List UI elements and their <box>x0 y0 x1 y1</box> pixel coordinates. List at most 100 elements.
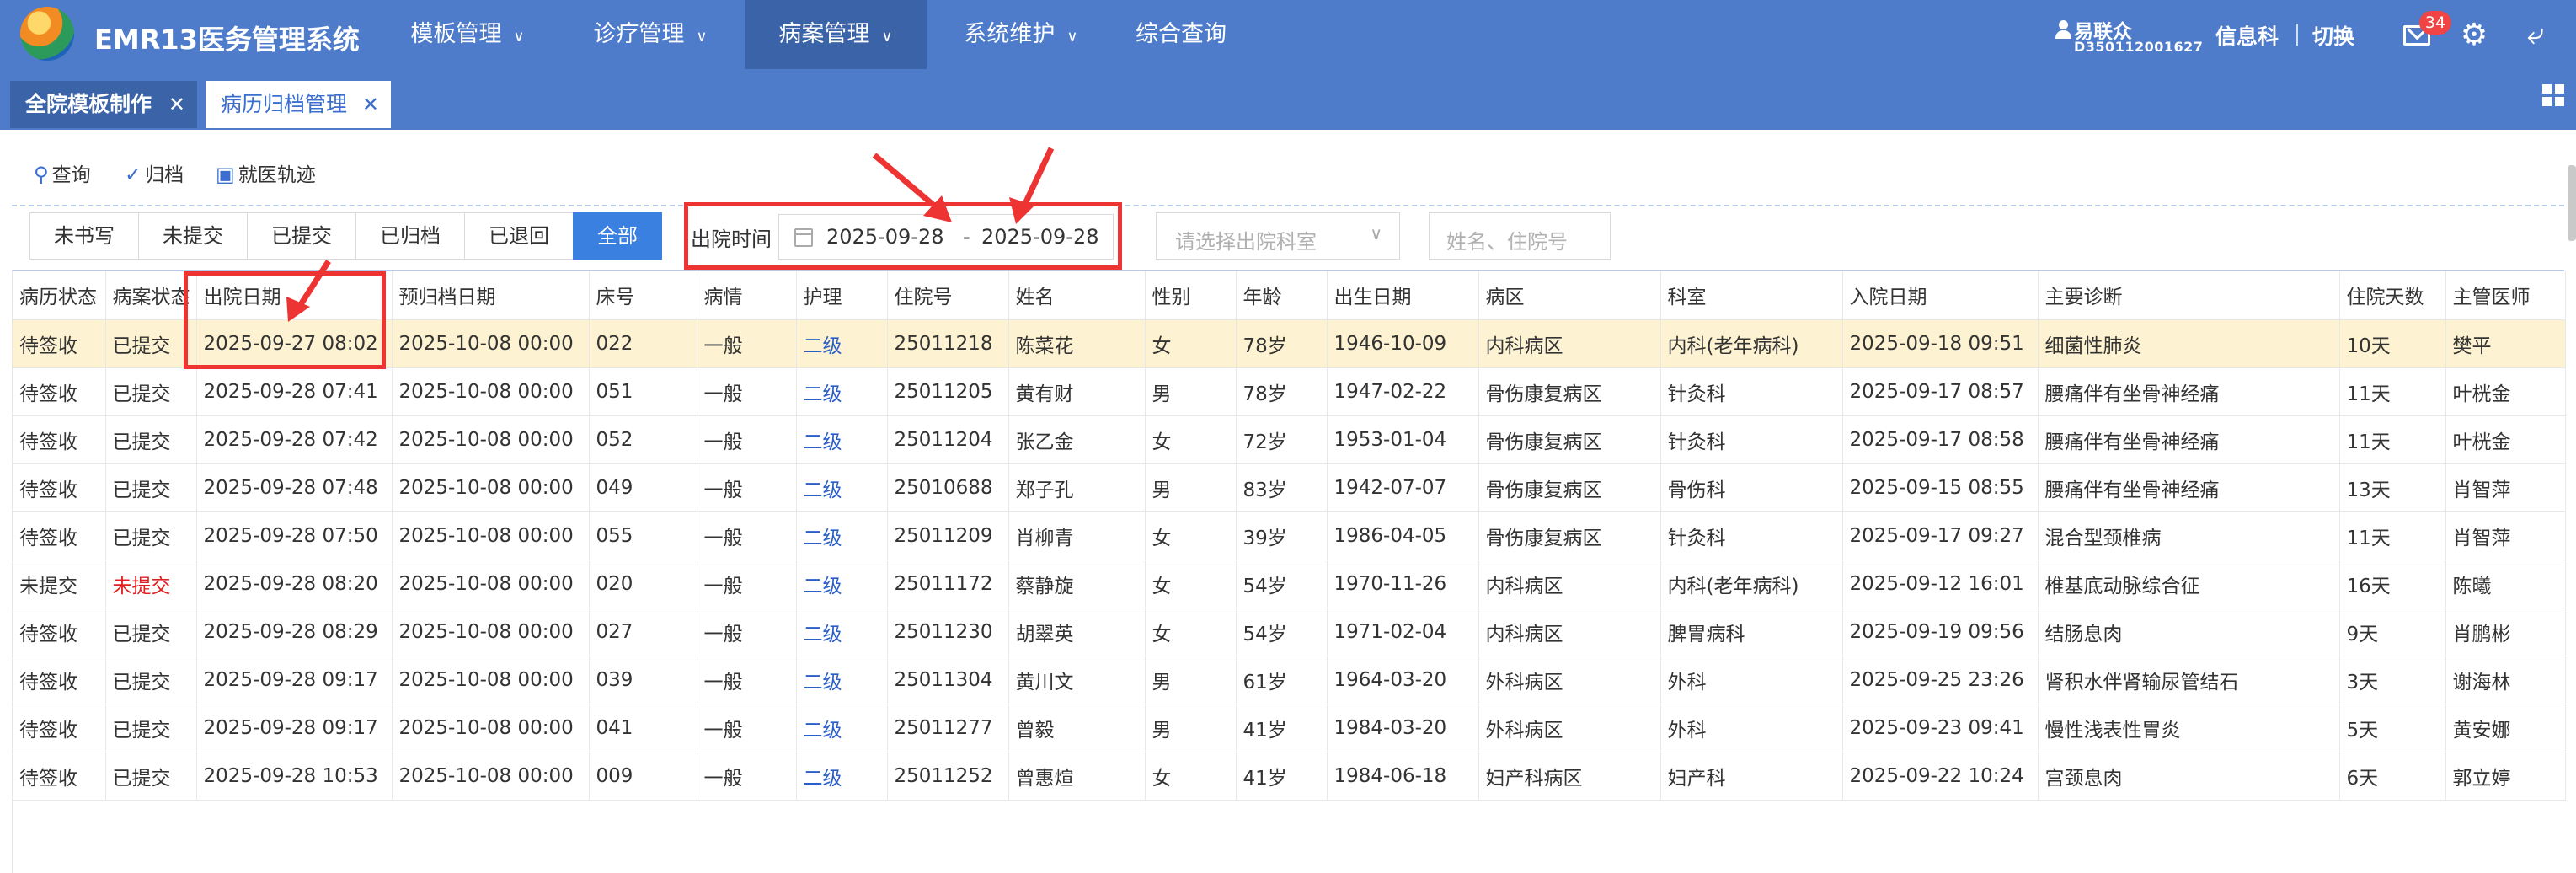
records-table: 病历状态 病案状态 出院日期 预归档日期 床号 病情 护理 住院号 姓名 性别 年龄 出生日期 病区 科室… <box>12 270 2566 873</box>
col-ward-cell: 妇产科病区 <box>1478 752 1661 801</box>
col-nursing[interactable]: 护理 <box>796 271 888 320</box>
nav-treatment-management[interactable]: 诊疗管理 ∨ <box>568 0 733 69</box>
segment-all[interactable]: 全部 <box>573 212 662 260</box>
nav-template-management[interactable]: 模板管理 ∨ <box>387 0 548 69</box>
col-nursing-cell[interactable]: 二级 <box>796 752 888 801</box>
col-nursing-cell[interactable]: 二级 <box>796 415 888 464</box>
col-record-status-cell: 待签收 <box>13 463 106 512</box>
col-stay-days-cell: 9天 <box>2339 608 2446 656</box>
col-gender-cell: 女 <box>1145 319 1237 368</box>
col-age-cell: 61岁 <box>1236 656 1328 704</box>
close-icon[interactable]: ✕ <box>362 81 379 128</box>
user-icon <box>2055 20 2071 39</box>
col-admission-no-cell: 25011204 <box>887 415 1009 464</box>
table-row[interactable]: 待签收 已提交 2025-09-28 08:29 2025-10-08 00:00 02… <box>13 608 2566 656</box>
table-row[interactable]: 待签收 已提交 2025-09-28 07:48 2025-10-08 00:00 04… <box>13 463 2566 512</box>
chevron-down-icon: ∨ <box>1370 223 1382 244</box>
table-row[interactable]: 待签收 已提交 2025-09-28 09:17 2025-10-08 00:00 03… <box>13 656 2566 704</box>
tab-hospital-template[interactable]: 全院模板制作 ✕ <box>10 81 197 128</box>
col-admission-date[interactable]: 入院日期 <box>1842 271 2039 320</box>
col-admission-no[interactable]: 住院号 <box>887 271 1009 320</box>
scrollbar[interactable] <box>2568 165 2576 241</box>
col-pre-archive-date[interactable]: 预归档日期 <box>392 271 590 320</box>
back-icon[interactable]: ⤶ <box>2519 19 2552 51</box>
switch-button[interactable]: 切换 <box>2312 20 2354 51</box>
col-bed-no[interactable]: 床号 <box>589 271 697 320</box>
col-department[interactable]: 科室 <box>1660 271 1843 320</box>
col-admission-date-cell: 2025-09-17 08:58 <box>1842 415 2039 464</box>
col-department-cell: 内科(老年病科) <box>1660 560 1843 608</box>
col-stay-days-cell: 13天 <box>2339 463 2446 512</box>
col-birth-date-cell: 1984-06-18 <box>1327 752 1479 801</box>
col-department-cell: 内科(老年病科) <box>1660 319 1843 368</box>
col-stay-days-cell: 10天 <box>2339 319 2446 368</box>
col-stay-days-cell: 3天 <box>2339 656 2446 704</box>
col-case-status[interactable]: 病案状态 <box>105 271 197 320</box>
col-diagnosis-cell: 细菌性肺炎 <box>2038 319 2340 368</box>
segment-returned[interactable]: 已退回 <box>464 212 574 260</box>
col-ward[interactable]: 病区 <box>1478 271 1661 320</box>
query-button[interactable]: ⚲ 查询 <box>34 160 91 189</box>
col-record-status[interactable]: 病历状态 <box>13 271 106 320</box>
table-row[interactable]: 待签收 已提交 2025-09-28 07:50 2025-10-08 00:00 05… <box>13 511 2566 560</box>
table-row[interactable]: 待签收 已提交 2025-09-28 09:17 2025-10-08 00:00 04… <box>13 704 2566 752</box>
col-nursing-cell[interactable]: 二级 <box>796 319 888 368</box>
track-label: 就医轨迹 <box>238 164 316 186</box>
table-row[interactable]: 未提交 未提交 2025-09-28 08:20 2025-10-08 00:00 02… <box>13 560 2566 608</box>
col-nursing-cell[interactable]: 二级 <box>796 511 888 560</box>
table-row[interactable]: 待签收 已提交 2025-09-27 08:02 2025-10-08 00:00 02… <box>13 319 2566 368</box>
col-diagnosis[interactable]: 主要诊断 <box>2038 271 2340 320</box>
segment-unsubmitted[interactable]: 未提交 <box>138 212 248 260</box>
col-admission-date-cell: 2025-09-25 23:26 <box>1842 656 2039 704</box>
grid-icon[interactable] <box>2542 84 2564 106</box>
col-condition[interactable]: 病情 <box>697 271 797 320</box>
tab-record-archive[interactable]: 病历归档管理 ✕ <box>206 81 391 128</box>
col-condition-cell: 一般 <box>697 608 797 656</box>
col-diagnosis-cell: 椎基底动脉综合征 <box>2038 560 2340 608</box>
table-row[interactable]: 待签收 已提交 2025-09-28 07:41 2025-10-08 00:00 05… <box>13 367 2566 416</box>
archive-button[interactable]: ✓ 归档 <box>125 160 184 189</box>
table-row[interactable]: 待签收 已提交 2025-09-28 10:53 2025-10-08 00:00 00… <box>13 752 2566 801</box>
current-dept[interactable]: 信息科 <box>2215 20 2279 51</box>
gear-icon[interactable]: ⚙ <box>2460 20 2488 51</box>
col-bed-no-cell: 051 <box>589 367 697 416</box>
search-input[interactable]: 姓名、住院号 <box>1429 212 1611 260</box>
table-row[interactable]: 待签收 已提交 2025-09-28 07:42 2025-10-08 00:00 05… <box>13 415 2566 464</box>
col-birth-date[interactable]: 出生日期 <box>1327 271 1479 320</box>
col-name-cell: 郑子孔 <box>1008 463 1146 512</box>
segment-unwritten[interactable]: 未书写 <box>29 212 139 260</box>
col-nursing-cell[interactable]: 二级 <box>796 656 888 704</box>
col-name[interactable]: 姓名 <box>1008 271 1146 320</box>
nav-comprehensive-query[interactable]: 综合查询 <box>1124 0 1238 69</box>
user-id: D350112001627 <box>2074 39 2204 55</box>
col-condition-cell: 一般 <box>697 656 797 704</box>
col-department-cell: 针灸科 <box>1660 415 1843 464</box>
track-button[interactable]: ▣ 就医轨迹 <box>216 160 316 189</box>
close-icon[interactable]: ✕ <box>168 81 185 128</box>
col-nursing-cell[interactable]: 二级 <box>796 560 888 608</box>
col-condition-cell: 一般 <box>697 511 797 560</box>
nav-medical-record-management[interactable]: 病案管理 ∨ <box>745 0 927 69</box>
query-label: 查询 <box>51 164 91 186</box>
col-nursing-cell[interactable]: 二级 <box>796 463 888 512</box>
col-diagnosis-cell: 混合型颈椎病 <box>2038 511 2340 560</box>
col-age[interactable]: 年龄 <box>1236 271 1328 320</box>
col-doctor[interactable]: 主管医师 <box>2445 271 2566 320</box>
col-gender-cell: 女 <box>1145 752 1237 801</box>
col-gender-cell: 女 <box>1145 608 1237 656</box>
nav-system-maintenance[interactable]: 系统维护 ∨ <box>938 0 1104 69</box>
discharge-dept-select[interactable]: 请选择出院科室 ∨ <box>1156 212 1400 260</box>
col-nursing-cell[interactable]: 二级 <box>796 608 888 656</box>
col-age-cell: 41岁 <box>1236 752 1328 801</box>
col-birth-date-cell: 1953-01-04 <box>1327 415 1479 464</box>
col-record-status-cell: 待签收 <box>13 656 106 704</box>
col-nursing-cell[interactable]: 二级 <box>796 367 888 416</box>
col-stay-days[interactable]: 住院天数 <box>2339 271 2446 320</box>
segment-archived[interactable]: 已归档 <box>355 212 465 260</box>
col-gender[interactable]: 性别 <box>1145 271 1237 320</box>
col-ward-cell: 骨伤康复病区 <box>1478 415 1661 464</box>
col-discharge-date-cell: 2025-09-28 07:48 <box>196 463 393 512</box>
app-title: EMR13医务管理系统 <box>94 24 360 56</box>
col-nursing-cell[interactable]: 二级 <box>796 704 888 752</box>
segment-submitted[interactable]: 已提交 <box>247 212 356 260</box>
